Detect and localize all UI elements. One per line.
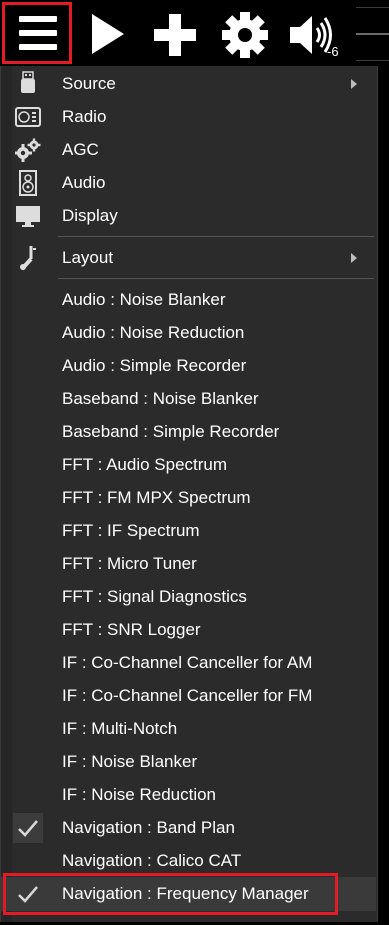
menu-item-radio[interactable]: Radio [1,100,376,133]
menu-item-plugin[interactable]: IF : Co-Channel Canceller for FM [1,679,376,712]
menu-item-plugin[interactable]: FFT : FM MPX Spectrum [1,481,376,514]
checkmark-icon [13,812,43,843]
menu-item-label: FFT : IF Spectrum [62,520,200,540]
menu-item-label: FFT : Audio Spectrum [62,454,228,474]
divider [356,7,389,8]
speaker-box-icon [15,169,41,196]
menu-item-audio[interactable]: Audio [1,166,376,199]
menu-item-plugin[interactable]: IF : Co-Channel Canceller for AM [1,646,376,679]
gear-icon [222,12,268,58]
menu-item-label: Baseband : Noise Blanker [62,388,259,408]
gears-icon [15,137,41,163]
menu-item-label: Audio [62,172,106,192]
menu-item-display[interactable]: Display [1,199,376,232]
menu-item-plugin[interactable]: FFT : Micro Tuner [1,547,376,580]
play-icon [92,14,124,54]
submenu-arrow-icon [351,78,357,89]
menu-item-label: FFT : Micro Tuner [62,553,197,573]
menu-item-plugin[interactable]: Audio : Simple Recorder [1,349,376,382]
menu-item-label: Navigation : Band Plan [62,817,235,837]
menu-item-plugin[interactable]: FFT : SNR Logger [1,613,376,646]
menu-item-label: Audio : Noise Reduction [62,322,245,342]
menu-item-label: Navigation : Frequency Manager [62,884,309,903]
menu-item-label: AGC [62,139,99,159]
menu-item-label: Navigation : Calico CAT [62,850,242,870]
main-menu-button[interactable] [2,2,72,64]
menu-item-frequency-manager[interactable]: Navigation : Frequency Manager [1,877,376,911]
menu-item-label: Baseband : Simple Recorder [62,421,280,441]
menu-item-plugin[interactable]: FFT : IF Spectrum [1,514,376,547]
radio-icon [15,104,41,130]
menu-item-label: Display [62,205,118,225]
volume-slider[interactable] [356,33,389,35]
menu-item-label: IF : Multi-Notch [62,718,178,738]
menu-item-plugin[interactable]: IF : Noise Blanker [1,745,376,778]
menu-item-plugin[interactable]: IF : Noise Reduction [1,778,376,811]
plus-icon [154,14,196,56]
menu-item-plugin[interactable]: Audio : Noise Blanker [1,283,376,316]
menu-item-plugin[interactable]: Navigation : Calico CAT [1,844,376,877]
menu-item-plugin[interactable]: Baseband : Simple Recorder [1,415,376,448]
menu-item-plugin[interactable]: Baseband : Noise Blanker [1,382,376,415]
divider [356,60,389,61]
checkmark-icon [13,879,43,909]
menu-item-plugin[interactable]: IF : Multi-Notch [1,712,376,745]
tuning-fork-icon [15,245,41,271]
menu-item-label: Layout [62,247,114,267]
menu-item-label: IF : Co-Channel Canceller for FM [62,685,313,705]
menu-item-plugin[interactable]: FFT : Signal Diagnostics [1,580,376,613]
settings-button[interactable] [220,10,270,60]
menu-item-band-plan[interactable]: Navigation : Band Plan [1,811,376,844]
menu-item-label: FFT : FM MPX Spectrum [62,487,251,507]
menu-item-plugin[interactable]: Audio : Noise Reduction [1,316,376,349]
menu-item-layout[interactable]: Layout [1,241,376,274]
monitor-icon [15,203,41,229]
menu-item-label: Audio : Simple Recorder [62,355,247,375]
add-button[interactable] [152,12,198,58]
submenu-arrow-icon [351,252,357,263]
toolbar: -6 [0,0,389,66]
menu-item-label: FFT : SNR Logger [62,619,201,639]
play-button[interactable] [90,12,126,56]
menu-item-label: FFT : Signal Diagnostics [62,586,247,606]
menu-item-label: IF : Noise Blanker [62,751,198,771]
menu-item-plugin[interactable]: FFT : Audio Spectrum [1,448,376,481]
menu-item-label: Source [62,73,116,93]
volume-level: -6 [327,44,339,59]
menu-separator [58,236,374,237]
menu-separator [58,278,374,279]
menu-item-label: IF : Co-Channel Canceller for AM [62,652,313,672]
menu-item-label: Audio : Noise Blanker [62,289,226,309]
menu-item-source[interactable]: Source [1,67,376,100]
app-window: -6 Source Radio AGC Audio Display Layout… [0,0,389,925]
usb-icon [15,70,41,97]
menu-item-agc[interactable]: AGC [1,133,376,166]
menu-item-label: Radio [62,106,107,126]
menu-item-label: IF : Noise Reduction [62,784,217,804]
